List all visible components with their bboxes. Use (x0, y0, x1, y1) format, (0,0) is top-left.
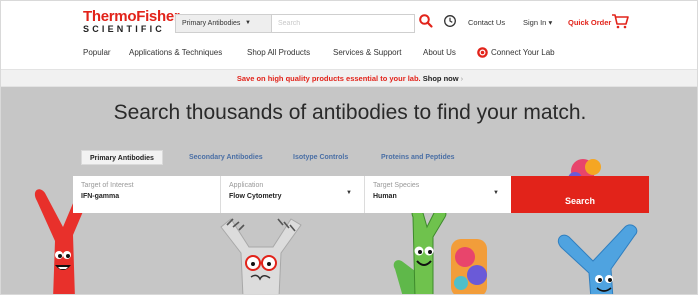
connect-lab-icon (477, 47, 488, 58)
tab-secondary-antibodies[interactable]: Secondary Antibodies (181, 150, 271, 165)
chevron-down-icon: ▼ (346, 190, 352, 196)
tab-isotype-controls[interactable]: Isotype Controls (285, 150, 356, 165)
site-header: ThermoFisher SCIENTIFIC Primary Antibodi… (1, 1, 697, 69)
species-field-label: Target Species (373, 182, 420, 189)
search-input[interactable] (274, 15, 414, 32)
target-of-interest-field[interactable]: Target of Interest IFN-gamma (73, 176, 221, 213)
application-select[interactable]: Application Flow Cytometry ▼ (221, 176, 365, 213)
history-icon[interactable] (443, 14, 457, 28)
tab-proteins-peptides[interactable]: Proteins and Peptides (373, 150, 463, 165)
search-category-select[interactable]: Primary Antibodies ▼ (176, 15, 272, 32)
nav-item-popular[interactable]: Popular (83, 48, 111, 57)
promo-text: Save on high quality products essential … (236, 74, 421, 83)
hero-section: Search thousands of antibodies to find y… (1, 87, 697, 294)
connect-lab-label: Connect Your Lab (491, 48, 555, 57)
antibody-search-form: Target of Interest IFN-gamma Application… (73, 176, 651, 213)
search-icon[interactable] (418, 13, 434, 29)
chevron-down-icon: ▾ (548, 18, 553, 27)
sign-in-label: Sign In (523, 18, 547, 27)
target-field-value: IFN-gamma (81, 193, 120, 200)
tie-dye-antibody-mascot (451, 239, 487, 294)
search-category-label: Primary Antibodies (182, 20, 241, 27)
target-species-select[interactable]: Target Species Human ▼ (365, 176, 511, 213)
logo-subtitle: SCIENTIFIC (83, 24, 166, 34)
search-button[interactable]: Search (511, 176, 649, 213)
chevron-down-icon: ▼ (245, 20, 251, 26)
green-antibody-mascot (393, 208, 447, 294)
chevron-right-icon: › (460, 74, 464, 83)
application-field-value: Flow Cytometry (229, 193, 282, 200)
logo-wordmark: ThermoFisher (83, 8, 180, 25)
sign-in-menu[interactable]: Sign In ▾ (523, 18, 552, 27)
cart-icon[interactable] (611, 13, 629, 29)
contact-us-link[interactable]: Contact Us (468, 18, 505, 27)
tab-primary-antibodies[interactable]: Primary Antibodies (81, 150, 163, 165)
glasses-mascot (220, 218, 302, 294)
promo-shop-now-link[interactable]: Shop now (423, 74, 459, 83)
nav-item-applications[interactable]: Applications & Techniques (129, 48, 222, 57)
application-field-label: Application (229, 182, 264, 189)
hero-title: Search thousands of antibodies to find y… (113, 101, 587, 124)
nav-item-services[interactable]: Services & Support (333, 48, 401, 57)
chevron-down-icon: ▼ (493, 190, 499, 196)
promo-banner: Save on high quality products essential … (1, 69, 697, 87)
nav-item-about[interactable]: About Us (423, 48, 456, 57)
global-search: Primary Antibodies ▼ (175, 14, 415, 33)
species-field-value: Human (373, 193, 397, 200)
nav-item-shop-all[interactable]: Shop All Products (247, 48, 310, 57)
page: ThermoFisher SCIENTIFIC Primary Antibodi… (0, 0, 698, 295)
target-field-label: Target of Interest (81, 182, 134, 189)
quick-order-link[interactable]: Quick Order (568, 18, 611, 27)
thermofisher-logo[interactable]: ThermoFisher SCIENTIFIC (83, 8, 180, 34)
